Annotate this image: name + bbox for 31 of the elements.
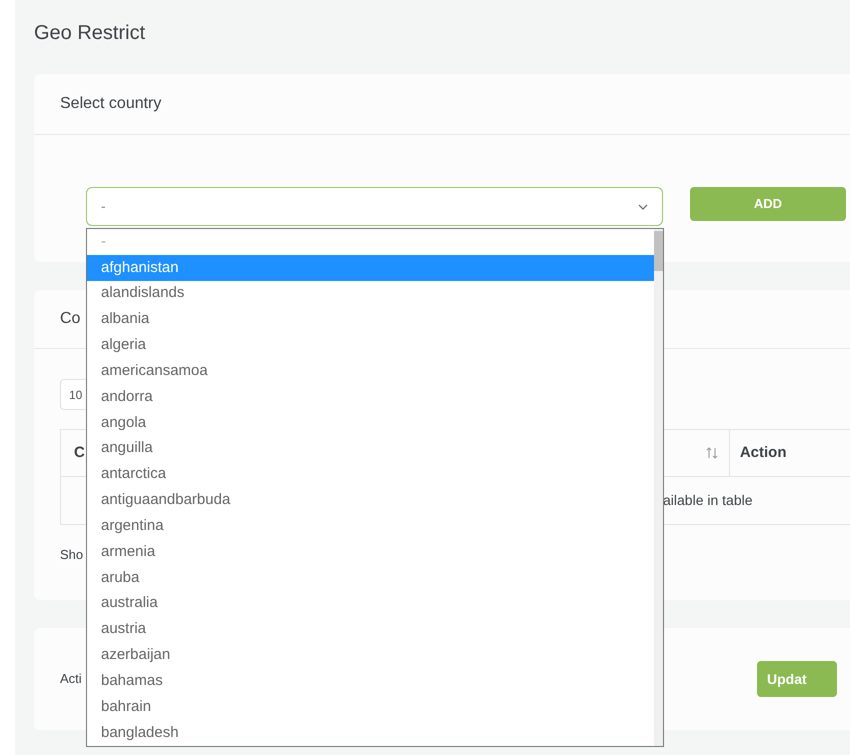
dropdown-option[interactable]: antiguaandbarbuda — [87, 487, 654, 514]
dropdown-option[interactable]: aruba — [87, 564, 654, 591]
empty-table-message: ailable in table — [663, 491, 753, 510]
table-info: Sho — [60, 546, 84, 564]
dropdown-option[interactable]: bahamas — [87, 668, 654, 694]
dropdown-option[interactable]: antarctica — [87, 462, 654, 488]
card-title: Co — [60, 309, 80, 329]
dropdown-option[interactable]: angola — [87, 410, 654, 436]
dropdown-option[interactable]: afghanistan — [87, 254, 654, 281]
dropdown-option[interactable]: americansamoa — [87, 358, 654, 384]
column-header[interactable]: Action — [740, 442, 787, 464]
scrollbar[interactable] — [654, 229, 663, 746]
dropdown-option[interactable]: alandislands — [87, 280, 654, 307]
dropdown-option[interactable]: anguilla — [87, 436, 654, 462]
column-header[interactable]: C — [74, 442, 85, 464]
dropdown-option[interactable]: argentina — [87, 513, 654, 540]
action-label: Acti — [60, 670, 82, 688]
sort-icon[interactable] — [704, 446, 719, 460]
dropdown-option[interactable]: bangladesh — [87, 720, 654, 746]
dropdown-option[interactable]: armenia — [87, 539, 654, 565]
page-title: Geo Restrict — [34, 21, 146, 46]
country-select[interactable]: - — [86, 187, 663, 226]
dropdown-option[interactable]: albania — [87, 306, 654, 332]
dropdown-option[interactable]: bahrain — [87, 694, 654, 720]
dropdown-option[interactable]: azerbaijan — [87, 642, 654, 668]
card-title: Select country — [60, 94, 162, 114]
dropdown-option[interactable]: algeria — [87, 332, 654, 358]
chevron-down-icon — [638, 204, 648, 210]
dropdown-option[interactable]: austria — [87, 616, 654, 642]
dropdown-option[interactable]: australia — [87, 590, 654, 617]
dropdown-option[interactable]: andorra — [87, 384, 654, 410]
